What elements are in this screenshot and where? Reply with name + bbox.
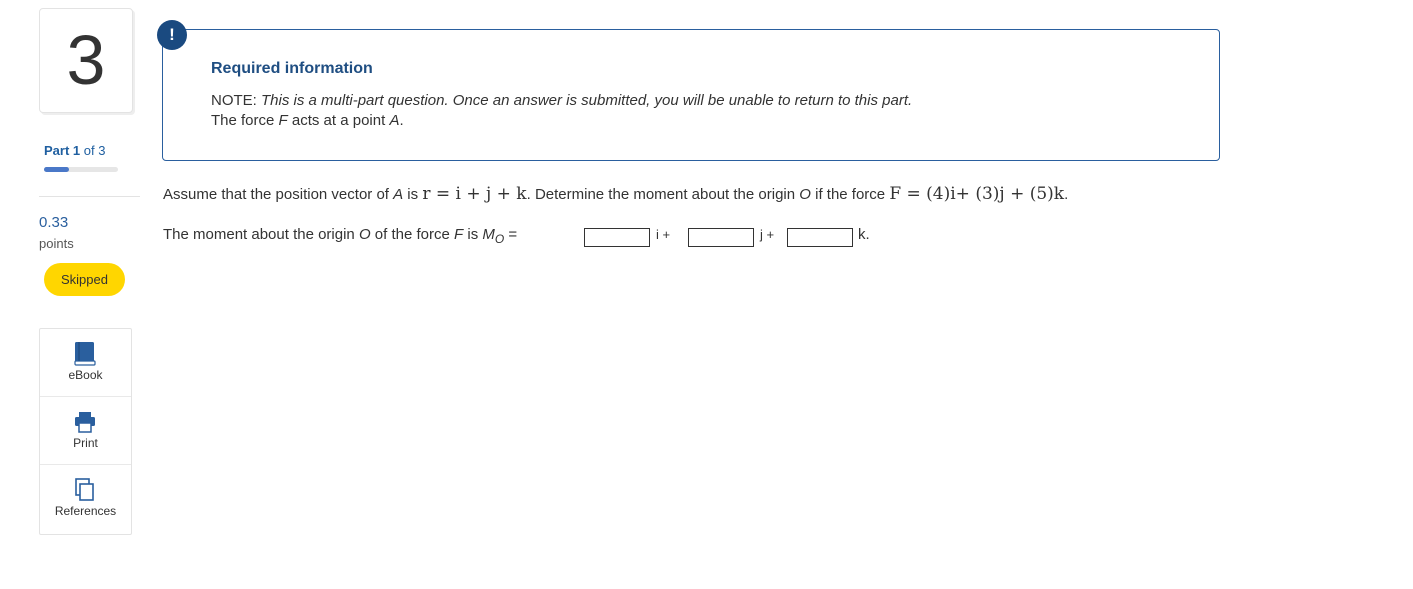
sidebar-divider <box>39 196 140 197</box>
part-progress-fill <box>44 167 69 172</box>
points-label: points <box>39 236 74 251</box>
alert-icon: ! <box>157 20 187 50</box>
position-vector-expression: r = i + j + k <box>422 184 527 204</box>
part-total: of 3 <box>80 143 106 158</box>
unit-j: j + <box>760 227 775 242</box>
info-force-line: The force F acts at a point A. <box>211 112 404 129</box>
moment-i-input[interactable] <box>584 228 650 247</box>
references-icon <box>75 478 94 501</box>
answer-prompt: The moment about the origin O of the for… <box>163 226 518 246</box>
part-current: Part 1 <box>44 143 81 158</box>
question-number: 3 <box>66 21 106 99</box>
question-number-card: 3 <box>39 8 133 113</box>
info-note: NOTE: This is a multi-part question. Onc… <box>211 92 913 109</box>
ebook-button[interactable]: eBook <box>40 329 131 397</box>
moment-k-input[interactable] <box>787 228 853 247</box>
unit-i: i + <box>656 227 671 242</box>
question-text: Assume that the position vector of A is … <box>163 184 1069 204</box>
print-button[interactable]: Print <box>40 397 131 465</box>
printer-icon <box>75 412 95 433</box>
part-indicator: Part 1 of 3 <box>44 143 105 158</box>
info-title: Required information <box>211 60 373 77</box>
points-value: 0.33 <box>39 214 69 231</box>
status-badge: Skipped <box>44 263 125 296</box>
force-vector-expression: F = (4)i+ (3)j + (5)k <box>889 184 1065 204</box>
book-icon <box>74 342 96 366</box>
required-info-box: Required information NOTE: This is a mul… <box>162 29 1220 161</box>
unit-k: k. <box>858 226 870 243</box>
ebook-label: eBook <box>68 368 103 382</box>
references-button[interactable]: References <box>40 465 131 534</box>
references-label: References <box>54 504 117 518</box>
print-label: Print <box>73 436 98 450</box>
part-progress-bar <box>44 167 118 172</box>
tools-panel: eBook Print References <box>39 328 132 535</box>
moment-j-input[interactable] <box>688 228 754 247</box>
